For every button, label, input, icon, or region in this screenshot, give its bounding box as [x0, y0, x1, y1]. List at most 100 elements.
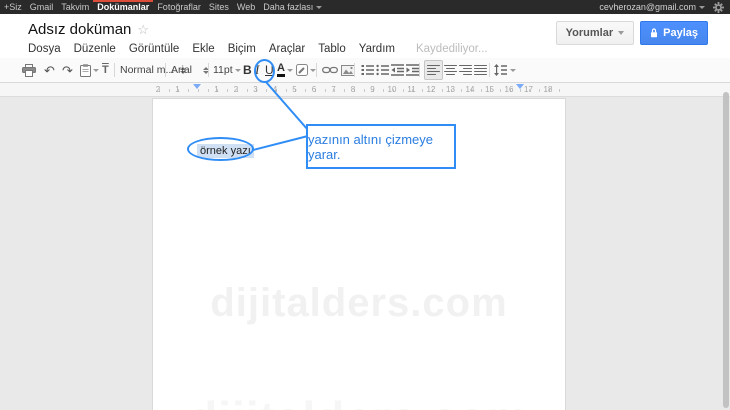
- italic-button[interactable]: I: [255, 58, 259, 82]
- ruler-tick: [520, 89, 521, 92]
- ruler-tick: [305, 89, 306, 92]
- menu-tablo[interactable]: Tablo: [318, 43, 346, 55]
- lock-icon: [650, 28, 658, 38]
- web-clipboard-button[interactable]: [80, 58, 99, 82]
- ruler-tick: [208, 89, 209, 92]
- ruler-tick: [247, 89, 248, 92]
- chevron-down-icon: [510, 69, 516, 72]
- font-size-dropdown[interactable]: 11pt: [213, 58, 241, 82]
- align-left-button[interactable]: [424, 60, 443, 80]
- account-menu[interactable]: cevherozan@gmail.com: [599, 2, 705, 12]
- ruler-number: 9: [370, 85, 374, 94]
- menu-dosya[interactable]: Dosya: [28, 43, 61, 55]
- menu-grntle[interactable]: Görüntüle: [129, 43, 180, 55]
- chevron-down-icon: [287, 69, 293, 72]
- ruler-number: 1: [214, 85, 218, 94]
- menu-ekle[interactable]: Ekle: [192, 43, 214, 55]
- font-value: Arial: [171, 64, 197, 76]
- selected-text[interactable]: örnek yazı: [197, 144, 254, 158]
- ruler-tick: [559, 89, 560, 92]
- justify-button[interactable]: [474, 58, 487, 82]
- line-spacing-button[interactable]: [494, 58, 516, 82]
- chevron-down-icon: [235, 69, 241, 72]
- vertical-scrollbar[interactable]: [723, 92, 729, 408]
- text-color-button[interactable]: A: [277, 58, 293, 82]
- topbar-link-gmail[interactable]: Gmail: [30, 0, 54, 14]
- ruler-tick: [169, 89, 170, 92]
- comments-button[interactable]: Yorumlar: [556, 21, 634, 45]
- ruler-number: 2: [234, 85, 238, 94]
- decrease-indent-button[interactable]: [391, 58, 405, 82]
- topbar-link-sites[interactable]: Sites: [209, 0, 229, 14]
- settings-gear-button[interactable]: [713, 2, 724, 13]
- indent-icon: [406, 64, 420, 76]
- ruler-number: 4: [273, 85, 277, 94]
- menu-biim[interactable]: Biçim: [228, 43, 256, 55]
- bulleted-list-icon: [376, 64, 390, 76]
- menu-aralar[interactable]: Araçlar: [269, 43, 305, 55]
- formatting-toolbar: ↶ ↷ T Normal m... Arial 11pt B I U A: [0, 58, 730, 83]
- bulleted-list-button[interactable]: [376, 58, 390, 82]
- bold-icon: B: [243, 63, 252, 77]
- ruler-number: 17: [524, 85, 533, 94]
- gear-icon: [713, 2, 724, 13]
- topbar-link-takvim[interactable]: Takvim: [61, 0, 89, 14]
- menu-dzenle[interactable]: Düzenle: [74, 43, 116, 55]
- topbar-nav: +Siz Gmail Takvim Dokümanlar Fotoğraflar Site…: [0, 0, 263, 14]
- underline-button[interactable]: U: [265, 58, 274, 82]
- topbar-link-siz[interactable]: +Siz: [4, 0, 22, 14]
- toolbar-separator: [165, 63, 166, 77]
- share-label: Paylaş: [663, 27, 698, 39]
- print-button[interactable]: [22, 58, 36, 82]
- topbar-link-fotoraflar[interactable]: Fotoğraflar: [157, 0, 201, 14]
- document-title[interactable]: Adsız doküman: [28, 21, 131, 38]
- redo-button[interactable]: ↷: [62, 58, 73, 82]
- align-right-button[interactable]: [459, 58, 472, 82]
- saving-status: Kaydediliyor...: [416, 43, 488, 55]
- ruler-tick: [461, 89, 462, 92]
- ruler-tick: [325, 89, 326, 92]
- toolbar-separator: [208, 63, 209, 77]
- topbar-link-more[interactable]: Daha fazlası: [263, 0, 322, 14]
- undo-button[interactable]: ↶: [44, 58, 55, 82]
- printer-icon: [22, 64, 36, 77]
- bold-button[interactable]: B: [243, 58, 252, 82]
- outdent-icon: [391, 64, 405, 76]
- menu-yardm[interactable]: Yardım: [359, 43, 395, 55]
- topbar-link-web[interactable]: Web: [237, 0, 255, 14]
- ruler: 21123456789101112131415161718: [0, 83, 730, 97]
- document-canvas: örnek yazı dijitalders.com dijitalders.c…: [0, 98, 730, 410]
- insert-link-button[interactable]: [322, 58, 338, 82]
- justify-icon: [474, 65, 487, 76]
- highlight-color-button[interactable]: [296, 58, 316, 82]
- redo-icon: ↷: [62, 64, 73, 77]
- align-left-icon: [427, 65, 440, 76]
- menu-items: Dosya Düzenle Görüntüle Ekle Biçim Araçlar Tab…: [28, 43, 408, 55]
- star-icon[interactable]: ☆: [137, 22, 149, 38]
- highlighter-icon: [296, 64, 308, 76]
- numbered-list-button[interactable]: [361, 58, 375, 82]
- google-topbar: +Siz Gmail Takvim Dokümanlar Fotoğraflar Site…: [0, 0, 730, 14]
- watermark: dijitalders.com: [153, 391, 565, 410]
- chevron-down-icon: [699, 6, 705, 9]
- ruler-number: 18: [544, 85, 553, 94]
- toolbar-separator: [354, 63, 355, 77]
- ruler-tick: [383, 89, 384, 92]
- font-dropdown[interactable]: Arial: [171, 58, 209, 82]
- topbar-link-dokmanlar[interactable]: Dokümanlar: [97, 0, 149, 14]
- ruler-tick: [286, 89, 287, 92]
- styles-value: Normal m...: [120, 64, 174, 76]
- increase-indent-button[interactable]: [406, 58, 420, 82]
- toolbar-separator: [114, 63, 115, 77]
- share-button[interactable]: Paylaş: [640, 21, 708, 45]
- ruler-tick: [227, 89, 228, 92]
- insert-image-button[interactable]: [341, 58, 355, 82]
- ruler-number: 12: [427, 85, 436, 94]
- document-page[interactable]: örnek yazı dijitalders.com dijitalders.c…: [152, 98, 566, 410]
- align-center-button[interactable]: [444, 58, 457, 82]
- ruler-tick: [198, 89, 199, 92]
- line-spacing-icon: [494, 64, 508, 76]
- font-size-value: 11pt: [213, 64, 233, 76]
- paint-format-button[interactable]: T: [102, 58, 109, 82]
- ruler-number: 7: [331, 85, 335, 94]
